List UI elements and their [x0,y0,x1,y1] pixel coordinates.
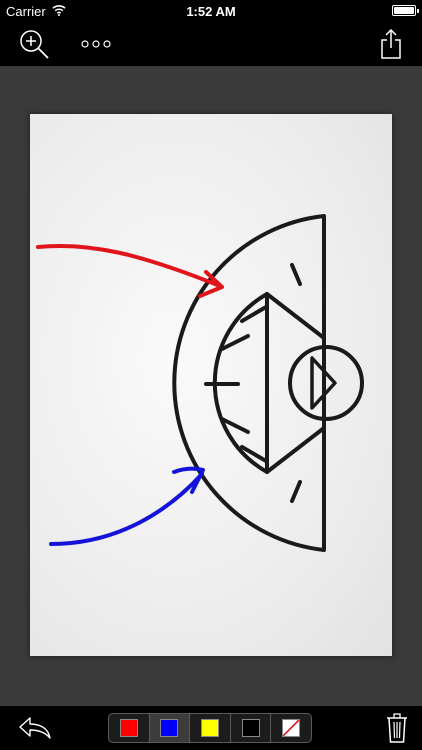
black-swatch [241,719,260,737]
more-button[interactable] [76,26,116,62]
trash-button[interactable] [384,710,410,746]
drawing-canvas[interactable] [30,114,392,656]
red-arrow [36,243,224,298]
canvas-area [0,66,422,706]
clock: 1:52 AM [186,4,236,19]
yellow-swatch [200,719,219,737]
share-icon [381,29,401,59]
outer-arc [172,214,326,552]
share-button[interactable] [376,26,406,62]
field-diagram [172,214,364,552]
top-toolbar [0,22,422,66]
no-color-swatch [282,719,301,737]
status-bar: Carrier 1:52 AM [0,0,422,22]
color-palette [108,713,312,743]
blue-arrow [49,466,205,546]
battery-icon [392,5,419,16]
red-swatch [119,719,138,737]
zoom-button[interactable] [16,26,52,62]
color-swatch-red[interactable] [109,714,150,742]
color-swatch-black[interactable] [231,714,272,742]
diamond [265,292,326,474]
zoom-in-icon [20,30,49,59]
bottom-toolbar [0,706,422,750]
color-swatch-none[interactable] [271,714,311,742]
color-swatch-blue[interactable] [149,714,191,742]
blue-swatch [160,719,179,737]
more-icon [81,40,111,48]
undo-button[interactable] [16,712,54,744]
drawing-paper[interactable] [30,114,392,656]
undo-icon [19,717,51,739]
trash-icon [387,713,407,743]
color-swatch-yellow[interactable] [190,714,231,742]
